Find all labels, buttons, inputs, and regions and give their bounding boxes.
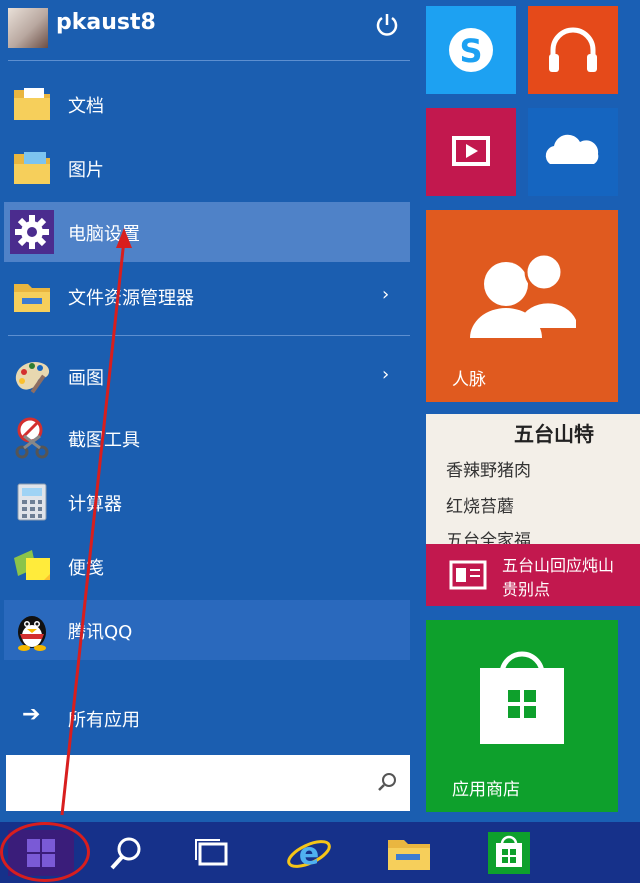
separator [8,335,410,336]
tile-news[interactable]: 五台山特 香辣野猪肉 红烧苔蘑 五台全家福 五台山回应炖山 贵别点 [426,414,640,606]
video-icon [452,136,490,166]
search-input[interactable] [14,765,358,801]
tile-store[interactable]: 应用商店 [426,620,618,812]
menu-item-snipping-tool[interactable]: 截图工具 [4,408,410,468]
menu-item-label: 计算器 [68,494,122,515]
tile-onedrive[interactable] [528,108,618,196]
folder-icon[interactable] [384,828,434,878]
start-menu: pkaust8 文档 图片 电脑设置 文件资源管理器 › 画图 › 截图工具 计… [0,0,640,822]
separator [8,60,410,61]
annotation-circle [0,822,90,882]
menu-item-pictures[interactable]: 图片 [4,138,410,198]
menu-item-qq[interactable]: 腾讯QQ [4,600,410,660]
menu-item-label: 便笺 [68,558,104,579]
gear-icon [10,210,54,254]
search-icon[interactable] [376,771,398,793]
news-caption-bar: 五台山回应炖山 贵别点 [426,544,640,606]
arrow-right-icon: ➔ [22,702,41,727]
news-menu-line: 红烧苔蘑 [446,497,514,517]
menu-item-pc-settings[interactable]: 电脑设置 [4,202,410,262]
taskbar: e [0,822,640,883]
menu-item-label: 电脑设置 [68,224,140,245]
svg-text:S: S [459,32,482,70]
menu-item-sticky-notes[interactable]: 便笺 [4,536,410,596]
power-icon[interactable] [374,12,400,38]
news-headline: 五台山特 [514,422,594,446]
news-caption: 贵别点 [502,580,551,599]
sticky-notes-icon [14,550,50,580]
headphones-icon [549,27,597,72]
onedrive-cloud-icon [545,134,599,164]
paint-icon [15,361,50,394]
user-name[interactable]: pkaust8 [56,10,156,35]
search-box[interactable] [6,755,410,811]
news-caption: 五台山回应炖山 [502,556,615,575]
search-icon[interactable] [100,828,150,878]
menu-item-label: 文件资源管理器 [68,288,194,309]
news-image: 五台山特 香辣野猪肉 红烧苔蘑 五台全家福 [426,414,640,551]
snipping-tool-icon [15,417,49,459]
tile-label: 人脉 [452,370,486,390]
menu-item-label: 画图 [68,368,104,389]
tile-skype[interactable]: S [426,6,516,94]
file-explorer-icon [14,284,50,312]
all-apps-button[interactable]: ➔ 所有应用 [4,692,410,744]
all-apps-label: 所有应用 [68,710,140,731]
tile-music[interactable] [528,6,618,94]
submenu-arrow-icon[interactable]: › [382,284,389,305]
documents-folder-icon [14,88,50,120]
skype-icon: S [449,28,493,72]
menu-item-paint[interactable]: 画图 › [4,346,410,406]
menu-item-label: 文档 [68,96,104,117]
qq-penguin-icon [18,616,46,651]
menu-item-label: 截图工具 [68,430,140,451]
tile-people[interactable]: 人脉 [426,210,618,402]
user-avatar[interactable] [8,8,48,48]
menu-item-label: 腾讯QQ [68,622,133,643]
menu-item-calculator[interactable]: 计算器 [4,472,410,532]
start-left-pane: pkaust8 文档 图片 电脑设置 文件资源管理器 › 画图 › 截图工具 计… [0,0,420,822]
menu-item-label: 图片 [68,160,104,181]
news-icon [449,560,487,590]
tile-video[interactable] [426,108,516,196]
news-menu-line: 香辣野猪肉 [446,461,531,481]
calculator-icon [17,483,47,521]
tile-label: 应用商店 [452,780,520,800]
menu-item-file-explorer[interactable]: 文件资源管理器 › [4,266,410,326]
pictures-folder-icon [14,152,50,184]
svg-text:e: e [299,837,319,872]
task-view-icon[interactable] [186,828,236,878]
menu-item-documents[interactable]: 文档 [4,74,410,134]
internet-explorer-icon[interactable]: e [284,828,334,878]
store-icon[interactable] [484,828,534,878]
user-row[interactable]: pkaust8 [0,0,420,52]
submenu-arrow-icon[interactable]: › [382,364,389,385]
